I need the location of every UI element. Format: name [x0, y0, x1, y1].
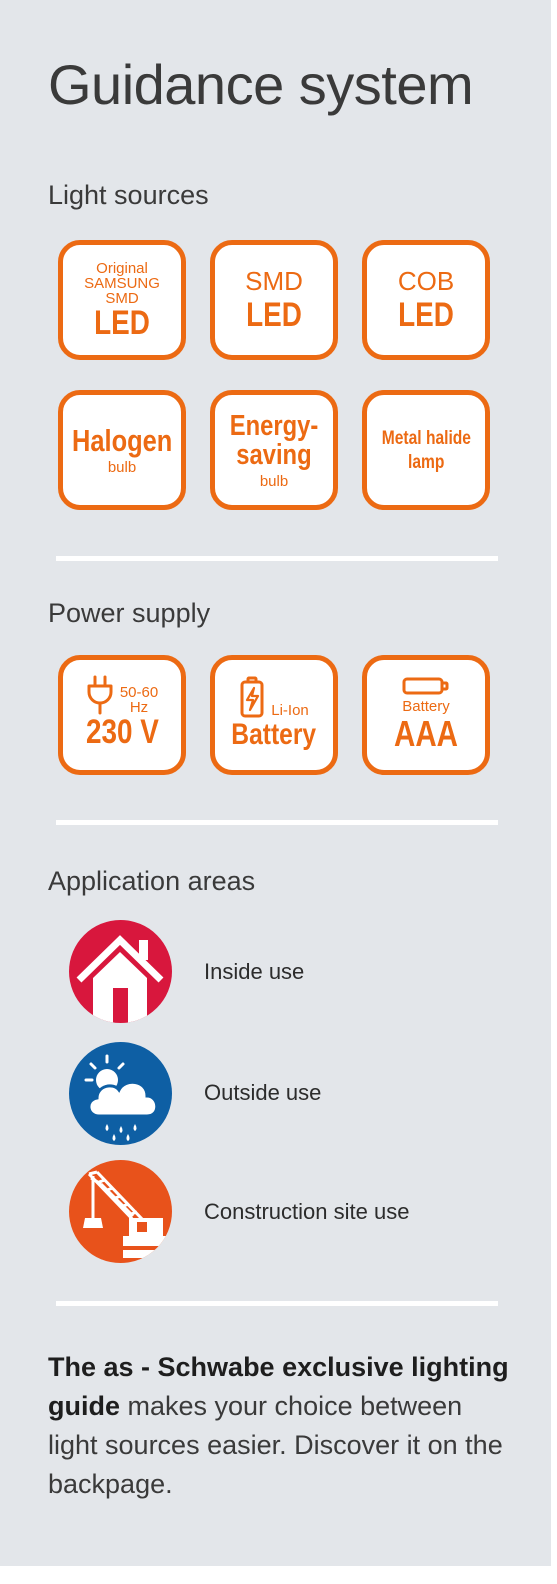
- application-label: Construction site use: [204, 1199, 410, 1224]
- weather-icon: [69, 1042, 172, 1145]
- divider: [56, 820, 498, 825]
- tile-top-text: Original: [96, 259, 148, 277]
- tile-main-text: Halogen: [71, 423, 173, 458]
- tile-sub-text: bulb: [259, 472, 289, 490]
- tile-main-text: Energy-: [229, 409, 319, 442]
- tile-sub-text: 50-60: [119, 684, 159, 701]
- tile-main-text: LED: [246, 296, 302, 334]
- guidance-panel: Guidance system Light sources Original S…: [0, 0, 551, 1566]
- tile-main-text: Battery: [231, 718, 317, 751]
- tile-main-text: LED: [94, 303, 150, 342]
- tile-top-text: SMD: [245, 266, 303, 296]
- tile-main-text: LED: [398, 296, 454, 334]
- battery-icon: [402, 677, 449, 694]
- tile-main-text: 230 V: [85, 713, 159, 751]
- tile-halogen-bulb: Halogen bulb: [58, 390, 186, 510]
- plug-icon: [87, 675, 113, 715]
- tile-aaa-battery: Battery AAA: [362, 655, 490, 775]
- house-icon: [69, 920, 172, 1023]
- tile-main-text: AAA: [394, 712, 458, 754]
- tile-smd-led: SMD LED: [210, 240, 338, 360]
- tile-230v: 50-60 Hz 230 V: [58, 655, 186, 775]
- application-label: Inside use: [204, 959, 305, 984]
- lighting-guide-note: The as - Schwabe exclusive lighting guid…: [48, 1348, 518, 1504]
- tile-top-text: COB: [397, 266, 455, 296]
- tile-li-ion-battery: Li-Ion Battery: [210, 655, 338, 775]
- tile-sub-text: Li-Ion: [271, 702, 309, 719]
- divider: [56, 556, 498, 561]
- tile-cob-led: COB LED: [362, 240, 490, 360]
- tile-samsung-smd-led: Original SAMSUNG SMD LED: [58, 240, 186, 360]
- tile-main-text: saving: [236, 438, 312, 471]
- section-heading-power-supply: Power supply: [48, 598, 211, 628]
- page-title: Guidance system: [48, 53, 474, 116]
- tile-top-text: SAMSUNG: [84, 274, 160, 292]
- tile-energy-saving-bulb: Energy- saving bulb: [210, 390, 338, 510]
- tile-sub-text: Battery: [402, 697, 450, 715]
- tile-main-text: lamp: [407, 451, 445, 473]
- battery-charging-icon: [240, 676, 264, 718]
- tile-metal-halide-lamp: Metal halide lamp: [362, 390, 490, 510]
- divider: [56, 1301, 498, 1306]
- section-heading-application-areas: Application areas: [48, 866, 256, 896]
- application-label: Outside use: [204, 1080, 322, 1105]
- crane-icon: [69, 1160, 172, 1263]
- section-heading-light-sources: Light sources: [48, 180, 209, 210]
- tile-main-text: Metal halide: [381, 427, 471, 449]
- tile-sub-text: bulb: [107, 459, 137, 476]
